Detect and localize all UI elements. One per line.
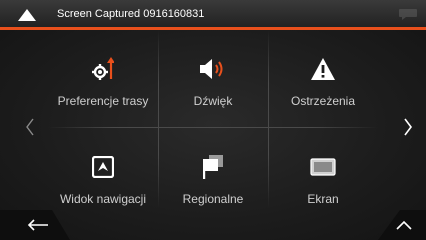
- collapse-up-button[interactable]: [14, 7, 40, 23]
- menu-item-label: Widok nawigacji: [59, 192, 147, 206]
- chevron-right-icon: [404, 118, 412, 136]
- title-bar: Screen Captured 0916160831: [0, 0, 426, 30]
- bottom-bar: [0, 210, 426, 240]
- navigation-view-icon: [92, 156, 114, 178]
- menu-item-label: Dźwięk: [193, 94, 233, 108]
- arrow-left-icon: [27, 219, 48, 231]
- menu-item-label: Ostrzeżenia: [290, 94, 356, 108]
- menu-item-sound[interactable]: Dźwięk: [158, 30, 268, 119]
- menu-item-route-preferences[interactable]: Preferencje trasy: [48, 30, 158, 119]
- window-title: Screen Captured 0916160831: [57, 8, 205, 20]
- menu-item-warnings[interactable]: Ostrzeżenia: [268, 30, 378, 119]
- settings-menu: Preferencje trasy Dźwięk Ostrzeżenia Wid…: [0, 30, 426, 240]
- speaker-icon: [200, 59, 223, 79]
- menu-item-label: Regionalne: [182, 192, 244, 206]
- scroll-up-button[interactable]: [378, 210, 426, 240]
- menu-item-regional[interactable]: Regionalne: [158, 128, 268, 217]
- chevron-left-icon: [26, 118, 34, 136]
- next-page-button[interactable]: [396, 112, 420, 142]
- menu-item-label: Preferencje trasy: [57, 94, 149, 108]
- previous-page-button[interactable]: [18, 112, 42, 142]
- triangle-up-icon: [18, 9, 36, 21]
- menu-item-display[interactable]: Ekran: [268, 128, 378, 217]
- chevron-up-icon: [396, 220, 412, 230]
- back-button[interactable]: [26, 216, 50, 234]
- flags-icon: [203, 155, 223, 179]
- menu-item-navigation-view[interactable]: Widok nawigacji: [48, 128, 158, 217]
- warning-icon: [311, 58, 335, 80]
- menu-grid: Preferencje trasy Dźwięk Ostrzeżenia Wid…: [48, 30, 378, 208]
- display-icon: [310, 158, 336, 176]
- message-icon: [399, 9, 417, 20]
- route-preferences-icon: [92, 57, 114, 80]
- menu-item-label: Ekran: [307, 192, 339, 206]
